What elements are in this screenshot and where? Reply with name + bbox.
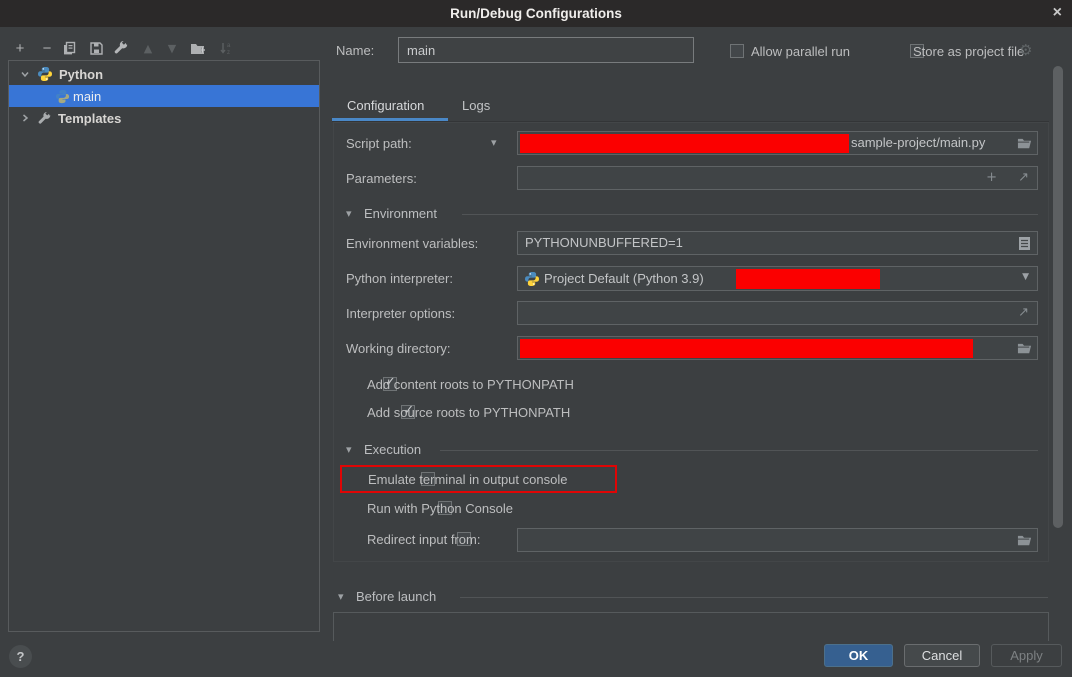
browse-variables-icon[interactable] bbox=[1018, 236, 1031, 251]
python-icon bbox=[55, 89, 70, 104]
tree-item-label: Templates bbox=[58, 111, 121, 126]
svg-text:a: a bbox=[227, 43, 231, 49]
redirect-input-field[interactable] bbox=[517, 528, 1038, 552]
dialog-title: Run/Debug Configurations bbox=[450, 6, 622, 21]
minus-icon: − bbox=[43, 40, 52, 57]
cancel-button[interactable]: Cancel bbox=[904, 644, 980, 667]
sort-configurations-button: az bbox=[217, 39, 235, 57]
svg-text:z: z bbox=[227, 50, 230, 56]
gear-icon[interactable]: ⚙ bbox=[1019, 41, 1032, 59]
sort-az-icon: az bbox=[219, 41, 233, 56]
parameters-field[interactable]: + ↗ bbox=[517, 166, 1038, 190]
new-folder-button[interactable] bbox=[189, 39, 207, 57]
copy-icon bbox=[62, 41, 77, 56]
tree-item-label: Python bbox=[59, 67, 103, 82]
python-icon bbox=[37, 66, 53, 82]
wrench-icon bbox=[37, 111, 52, 126]
environment-section-title[interactable]: Environment bbox=[364, 206, 437, 221]
allow-parallel-run-label[interactable]: Allow parallel run bbox=[751, 44, 850, 59]
expand-icon[interactable]: ↗ bbox=[1018, 170, 1029, 185]
name-label: Name: bbox=[336, 43, 374, 58]
add-macro-icon[interactable]: + bbox=[986, 170, 997, 185]
folder-add-icon bbox=[190, 41, 206, 55]
redaction-box bbox=[736, 269, 880, 289]
python-interpreter-combobox[interactable]: Project Default (Python 3.9) ▼ bbox=[517, 266, 1038, 291]
chevron-right-icon[interactable] bbox=[17, 113, 33, 123]
redaction-box bbox=[520, 134, 849, 153]
add-content-roots-label[interactable]: Add content roots to PYTHONPATH bbox=[367, 377, 574, 392]
section-divider bbox=[462, 214, 1038, 215]
combobox-arrow-icon[interactable]: ▼ bbox=[1022, 272, 1029, 282]
python-interpreter-value: Project Default (Python 3.9) bbox=[544, 271, 704, 286]
before-launch-collapse-icon[interactable]: ▾ bbox=[338, 590, 344, 603]
python-icon bbox=[524, 271, 540, 287]
working-directory-label: Working directory: bbox=[346, 341, 451, 356]
configurations-tree: Python main Templates bbox=[8, 60, 320, 632]
folder-icon[interactable] bbox=[1017, 342, 1032, 355]
add-configuration-button[interactable]: + bbox=[11, 39, 29, 57]
python-interpreter-label: Python interpreter: bbox=[346, 271, 453, 286]
environment-variables-field[interactable]: PYTHONUNBUFFERED=1 bbox=[517, 231, 1038, 255]
tree-item-templates[interactable]: Templates bbox=[9, 107, 319, 129]
tree-item-label: main bbox=[73, 89, 101, 104]
folder-icon[interactable] bbox=[1017, 137, 1032, 150]
section-divider bbox=[440, 450, 1038, 451]
parameters-label: Parameters: bbox=[346, 171, 417, 186]
tree-item-main[interactable]: main bbox=[9, 85, 319, 107]
environment-variables-label: Environment variables: bbox=[346, 236, 478, 251]
interpreter-options-field[interactable]: ↗ bbox=[517, 301, 1038, 325]
redirect-input-label[interactable]: Redirect input from: bbox=[367, 532, 480, 547]
move-up-button: ▲ bbox=[139, 39, 157, 57]
copy-configuration-button[interactable] bbox=[60, 39, 78, 57]
move-down-button: ▼ bbox=[163, 39, 181, 57]
save-configuration-button[interactable] bbox=[87, 39, 105, 57]
name-input[interactable] bbox=[398, 37, 694, 63]
script-path-value: sample-project/main.py bbox=[851, 135, 985, 150]
folder-icon[interactable] bbox=[1017, 534, 1032, 547]
ok-button[interactable]: OK bbox=[824, 644, 893, 667]
script-path-field[interactable]: sample-project/main.py bbox=[517, 131, 1038, 155]
tab-configuration[interactable]: Configuration bbox=[347, 98, 424, 113]
script-path-label: Script path: bbox=[346, 136, 412, 151]
script-path-dropdown-icon[interactable]: ▾ bbox=[491, 136, 497, 149]
edit-templates-button[interactable] bbox=[112, 39, 130, 57]
redaction-box bbox=[520, 339, 973, 358]
environment-collapse-icon[interactable]: ▾ bbox=[346, 207, 352, 220]
section-divider bbox=[460, 597, 1048, 598]
before-launch-section-title[interactable]: Before launch bbox=[356, 589, 436, 604]
vertical-scrollbar[interactable] bbox=[1053, 66, 1063, 528]
allow-parallel-run-checkbox[interactable] bbox=[730, 44, 744, 58]
tree-item-python[interactable]: Python bbox=[9, 63, 319, 85]
tab-logs[interactable]: Logs bbox=[462, 98, 490, 113]
arrow-up-icon: ▲ bbox=[144, 42, 152, 55]
environment-variables-value: PYTHONUNBUFFERED=1 bbox=[525, 235, 683, 250]
add-source-roots-label[interactable]: Add source roots to PYTHONPATH bbox=[367, 405, 570, 420]
chevron-down-icon[interactable] bbox=[17, 69, 33, 79]
execution-section-title[interactable]: Execution bbox=[364, 442, 421, 457]
help-button[interactable]: ? bbox=[9, 645, 32, 668]
run-with-python-console-label[interactable]: Run with Python Console bbox=[367, 501, 513, 516]
emulate-terminal-label[interactable]: Emulate terminal in output console bbox=[368, 472, 567, 487]
working-directory-field[interactable] bbox=[517, 336, 1038, 360]
close-icon[interactable]: × bbox=[1053, 4, 1062, 22]
run-debug-configurations-dialog: Run/Debug Configurations × + − ▲ ▼ az Py… bbox=[0, 0, 1072, 677]
title-bar: Run/Debug Configurations × bbox=[0, 0, 1072, 27]
expand-icon[interactable]: ↗ bbox=[1018, 305, 1029, 320]
before-launch-task-list[interactable] bbox=[333, 612, 1049, 641]
interpreter-options-label: Interpreter options: bbox=[346, 306, 455, 321]
save-icon bbox=[89, 41, 104, 56]
plus-icon: + bbox=[16, 40, 25, 57]
apply-button[interactable]: Apply bbox=[991, 644, 1062, 667]
store-as-project-file-label[interactable]: Store as project file bbox=[913, 44, 1024, 59]
wrench-icon bbox=[113, 40, 129, 56]
help-icon: ? bbox=[17, 649, 25, 664]
arrow-down-icon: ▼ bbox=[168, 42, 176, 55]
remove-configuration-button[interactable]: − bbox=[38, 39, 56, 57]
execution-collapse-icon[interactable]: ▾ bbox=[346, 443, 352, 456]
